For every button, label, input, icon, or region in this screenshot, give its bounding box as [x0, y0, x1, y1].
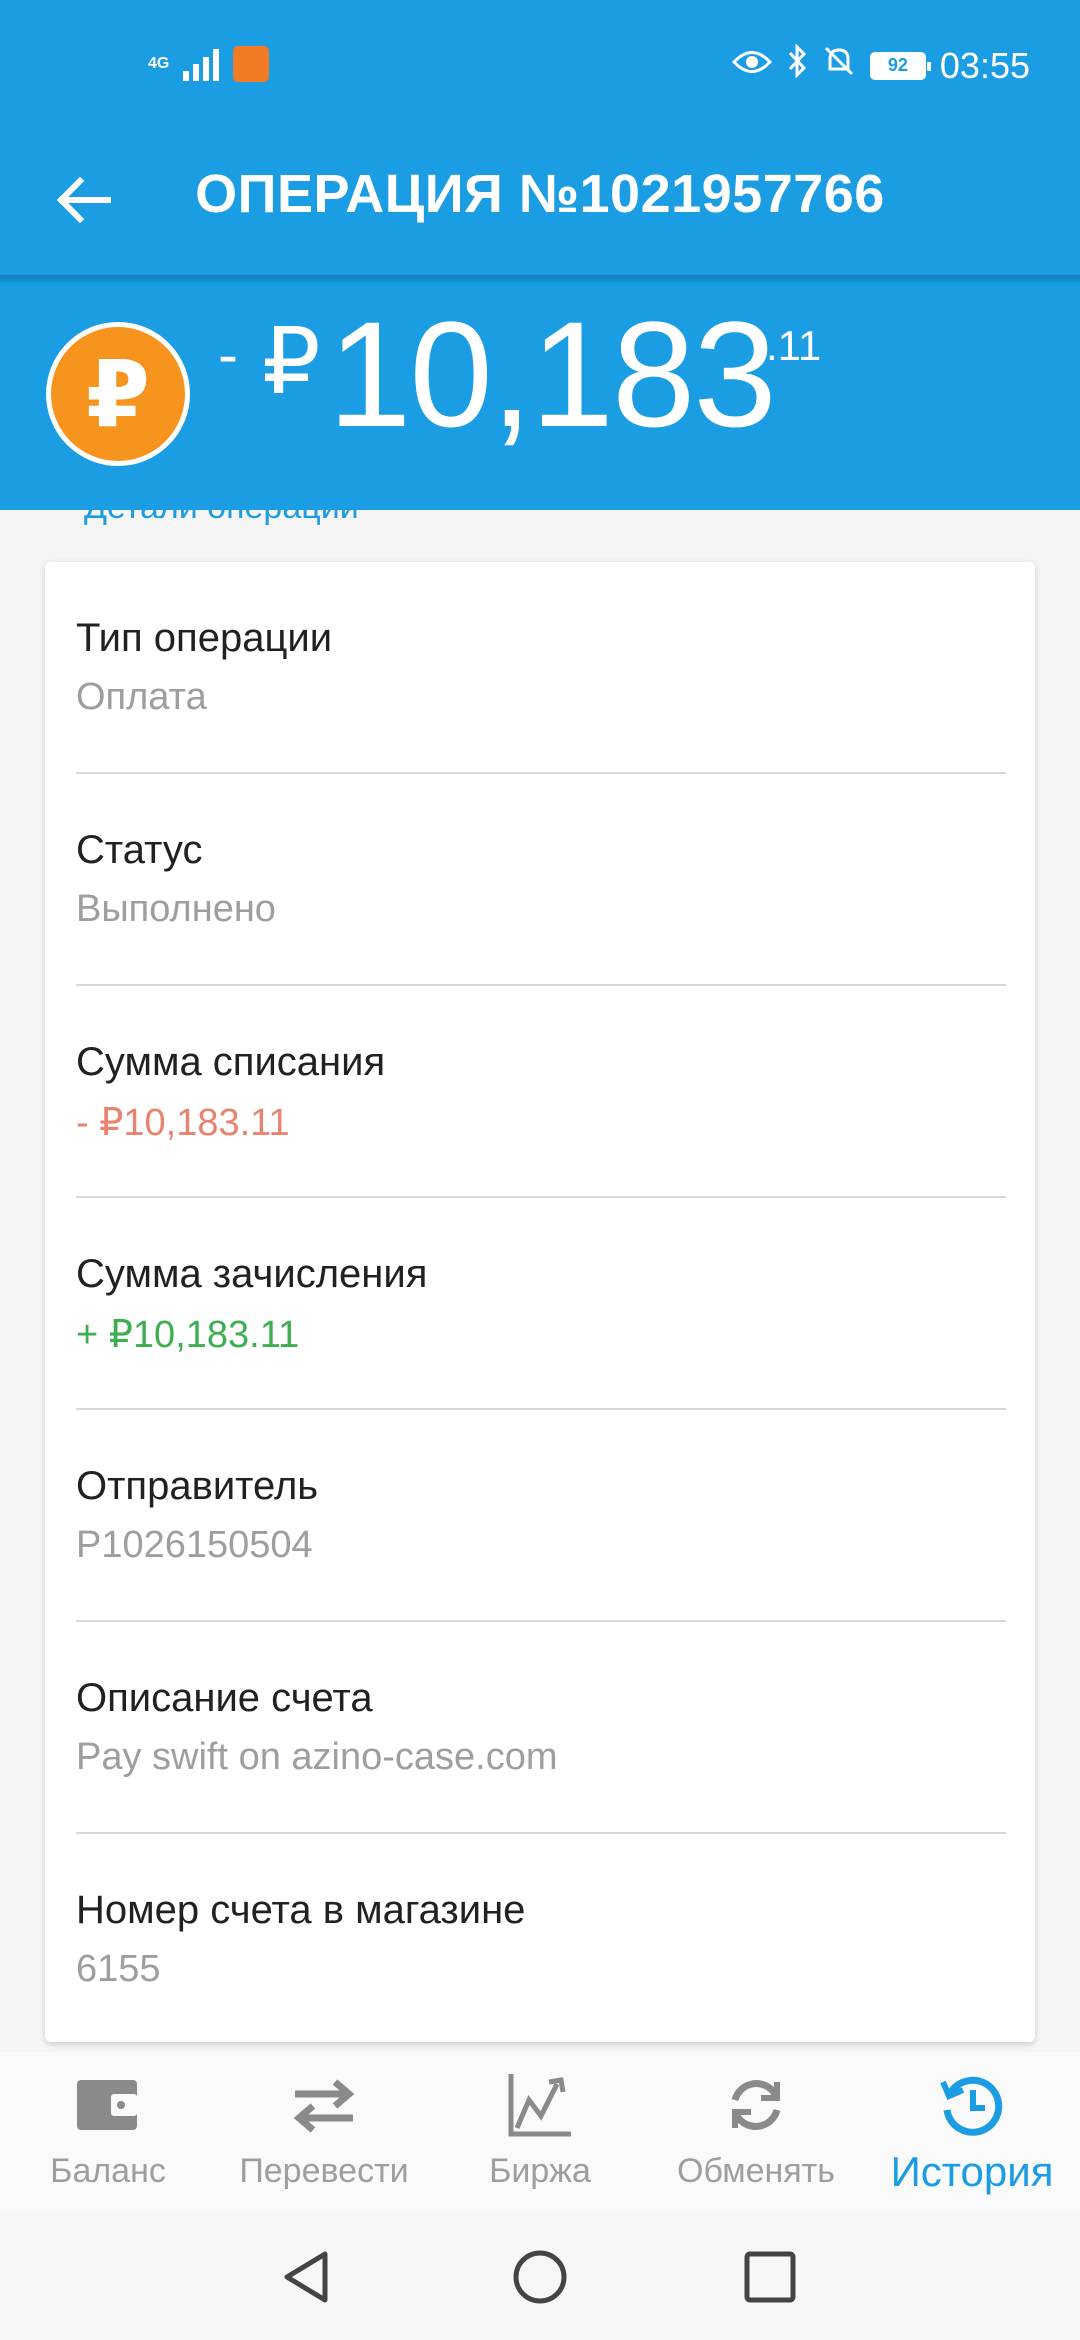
detail-row-type: Тип операции Оплата: [76, 562, 1006, 774]
exchange-icon: [721, 2070, 791, 2140]
detail-row-debit: Сумма списания - ₽10,183.11: [76, 986, 1006, 1198]
system-navigation-bar: [0, 2212, 1080, 2340]
transfer-icon: [289, 2070, 359, 2140]
nav-label: Обменять: [677, 2152, 835, 2190]
detail-value: 6155: [76, 1948, 161, 1990]
bottom-navigation: Баланс Перевести Биржа Обменять История: [0, 2052, 1080, 2212]
chart-icon: [505, 2070, 575, 2140]
wallet-icon: [73, 2070, 143, 2140]
detail-row-shop-invoice: Номер счета в магазине 6155: [76, 1834, 1006, 2046]
detail-label: Сумма зачисления: [76, 1252, 428, 1296]
detail-value: Pay swift on azino-case.com: [76, 1736, 558, 1778]
nav-label: Биржа: [489, 2152, 591, 2190]
detail-value: Выполнено: [76, 888, 276, 930]
clock: 03:55: [939, 44, 1030, 86]
ruble-coin-icon: ₽: [46, 322, 190, 466]
amount-integer: 10,183: [328, 290, 777, 458]
battery-icon: 92: [869, 51, 931, 80]
system-home-icon[interactable]: [505, 2242, 575, 2312]
detail-value: P1026150504: [76, 1524, 313, 1566]
history-icon: [937, 2070, 1007, 2140]
nav-exchange-market[interactable]: Биржа: [432, 2052, 648, 2212]
nav-label: История: [890, 2148, 1054, 2195]
amount-decimal: .11: [766, 322, 822, 369]
detail-value: Оплата: [76, 676, 207, 718]
nav-label: Баланс: [50, 2152, 166, 2190]
status-left: 4G: [148, 46, 270, 82]
nav-label: Перевести: [239, 2152, 409, 2190]
signal-icon: [183, 47, 220, 81]
system-recents-icon[interactable]: [735, 2242, 805, 2312]
detail-label: Статус: [76, 828, 203, 872]
detail-label: Описание счета: [76, 1676, 373, 1720]
detail-value: - ₽10,183.11: [76, 1102, 290, 1144]
details-tab-label[interactable]: Детали операции: [84, 488, 359, 527]
detail-value: + ₽10,183.11: [76, 1314, 300, 1356]
page-title: ОПЕРАЦИЯ №1021957766: [195, 164, 885, 224]
detail-label: Сумма списания: [76, 1040, 386, 1084]
nav-transfer[interactable]: Перевести: [216, 2052, 432, 2212]
detail-label: Отправитель: [76, 1464, 319, 1508]
app-toolbar: ОПЕРАЦИЯ №1021957766: [0, 135, 1080, 275]
system-back-icon[interactable]: [273, 2242, 343, 2312]
detail-row-status: Статус Выполнено: [76, 774, 1006, 986]
app-notification-icon: [233, 46, 270, 82]
bluetooth-icon: [786, 43, 808, 87]
status-right: 92 03:55: [731, 43, 1030, 87]
amount-sign: -: [218, 321, 238, 388]
bell-off-icon: [822, 44, 856, 87]
eye-icon: [731, 46, 772, 86]
detail-row-sender: Отправитель P1026150504: [76, 1410, 1006, 1622]
nav-balance[interactable]: Баланс: [0, 2052, 216, 2212]
nav-swap[interactable]: Обменять: [648, 2052, 864, 2212]
detail-row-credit: Сумма зачисления + ₽10,183.11: [76, 1198, 1006, 1410]
nav-history[interactable]: История: [864, 2052, 1080, 2212]
detail-label: Тип операции: [76, 616, 333, 660]
amount-header: ₽ - ₽ 10,183 .11: [0, 282, 1080, 510]
details-card: Тип операции Оплата Статус Выполнено Сум…: [45, 562, 1035, 2042]
detail-label: Номер счета в магазине: [76, 1888, 526, 1932]
status-bar: 4G 92 03:55: [0, 0, 1080, 135]
amount-currency: ₽: [262, 311, 321, 413]
detail-row-description: Описание счета Pay swift on azino-case.c…: [76, 1622, 1006, 1834]
network-type: 4G: [148, 55, 170, 72]
